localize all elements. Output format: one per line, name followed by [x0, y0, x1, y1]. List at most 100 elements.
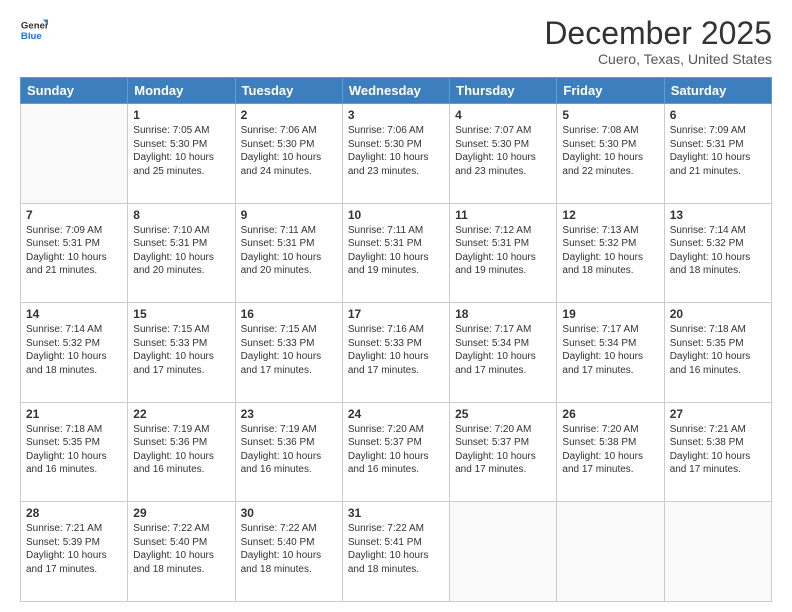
day-number: 11	[455, 208, 551, 222]
day-info: Sunrise: 7:15 AM Sunset: 5:33 PM Dayligh…	[133, 323, 229, 377]
day-number: 4	[455, 108, 551, 122]
day-info: Sunrise: 7:08 AM Sunset: 5:30 PM Dayligh…	[562, 124, 658, 178]
table-cell	[450, 502, 557, 602]
table-cell	[21, 104, 128, 204]
day-info: Sunrise: 7:19 AM Sunset: 5:36 PM Dayligh…	[133, 423, 229, 477]
day-number: 9	[241, 208, 337, 222]
table-cell: 5 Sunrise: 7:08 AM Sunset: 5:30 PM Daylig…	[557, 104, 664, 204]
day-number: 22	[133, 407, 229, 421]
table-cell: 30Sunrise: 7:22 AM Sunset: 5:40 PM Dayli…	[235, 502, 342, 602]
table-cell: 21 Sunrise: 7:18 AM Sunset: 5:35 PM Dayli…	[21, 402, 128, 502]
table-cell: 2 Sunrise: 7:06 AM Sunset: 5:30 PM Daylig…	[235, 104, 342, 204]
logo-icon: General Blue	[20, 16, 48, 44]
table-cell: 10Sunrise: 7:11 AM Sunset: 5:31 PM Dayli…	[342, 203, 449, 303]
day-number: 2	[241, 108, 337, 122]
day-info: Sunrise: 7:22 AM Sunset: 5:40 PM Dayligh…	[241, 522, 337, 576]
table-cell: 11 Sunrise: 7:12 AM Sunset: 5:31 PM Dayli…	[450, 203, 557, 303]
col-tuesday: Tuesday	[235, 78, 342, 104]
table-cell: 25 Sunrise: 7:20 AM Sunset: 5:37 PM Dayli…	[450, 402, 557, 502]
day-number: 3	[348, 108, 444, 122]
table-cell: 31 Sunrise: 7:22 AM Sunset: 5:41 PM Dayli…	[342, 502, 449, 602]
day-number: 13	[670, 208, 766, 222]
month-year-title: December 2025	[544, 16, 772, 51]
day-number: 12	[562, 208, 658, 222]
day-number: 15	[133, 307, 229, 321]
table-cell: 15 Sunrise: 7:15 AM Sunset: 5:33 PM Dayli…	[128, 303, 235, 403]
week-row-3: 14Sunrise: 7:14 AM Sunset: 5:32 PM Dayli…	[21, 303, 772, 403]
table-cell: 20Sunrise: 7:18 AM Sunset: 5:35 PM Dayli…	[664, 303, 771, 403]
calendar-header-row: Sunday Monday Tuesday Wednesday Thursday…	[21, 78, 772, 104]
day-number: 6	[670, 108, 766, 122]
day-info: Sunrise: 7:20 AM Sunset: 5:37 PM Dayligh…	[455, 423, 551, 477]
day-info: Sunrise: 7:14 AM Sunset: 5:32 PM Dayligh…	[26, 323, 122, 377]
day-info: Sunrise: 7:06 AM Sunset: 5:30 PM Dayligh…	[241, 124, 337, 178]
day-info: Sunrise: 7:06 AM Sunset: 5:30 PM Dayligh…	[348, 124, 444, 178]
day-number: 25	[455, 407, 551, 421]
col-wednesday: Wednesday	[342, 78, 449, 104]
week-row-2: 7 Sunrise: 7:09 AM Sunset: 5:31 PM Daylig…	[21, 203, 772, 303]
title-block: December 2025 Cuero, Texas, United State…	[544, 16, 772, 67]
table-cell: 6 Sunrise: 7:09 AM Sunset: 5:31 PM Daylig…	[664, 104, 771, 204]
day-info: Sunrise: 7:09 AM Sunset: 5:31 PM Dayligh…	[26, 224, 122, 278]
table-cell: 1 Sunrise: 7:05 AM Sunset: 5:30 PM Daylig…	[128, 104, 235, 204]
day-number: 24	[348, 407, 444, 421]
day-number: 16	[241, 307, 337, 321]
day-info: Sunrise: 7:18 AM Sunset: 5:35 PM Dayligh…	[26, 423, 122, 477]
page: General Blue December 2025 Cuero, Texas,…	[0, 0, 792, 612]
header: General Blue December 2025 Cuero, Texas,…	[20, 16, 772, 67]
table-cell: 3 Sunrise: 7:06 AM Sunset: 5:30 PM Daylig…	[342, 104, 449, 204]
day-info: Sunrise: 7:15 AM Sunset: 5:33 PM Dayligh…	[241, 323, 337, 377]
day-info: Sunrise: 7:20 AM Sunset: 5:37 PM Dayligh…	[348, 423, 444, 477]
table-cell: 28 Sunrise: 7:21 AM Sunset: 5:39 PM Dayli…	[21, 502, 128, 602]
table-cell: 8Sunrise: 7:10 AM Sunset: 5:31 PM Daylig…	[128, 203, 235, 303]
day-info: Sunrise: 7:17 AM Sunset: 5:34 PM Dayligh…	[562, 323, 658, 377]
day-number: 7	[26, 208, 122, 222]
week-row-4: 21 Sunrise: 7:18 AM Sunset: 5:35 PM Dayli…	[21, 402, 772, 502]
col-monday: Monday	[128, 78, 235, 104]
week-row-5: 28 Sunrise: 7:21 AM Sunset: 5:39 PM Dayli…	[21, 502, 772, 602]
logo: General Blue	[20, 16, 48, 44]
day-number: 23	[241, 407, 337, 421]
day-info: Sunrise: 7:17 AM Sunset: 5:34 PM Dayligh…	[455, 323, 551, 377]
col-saturday: Saturday	[664, 78, 771, 104]
svg-text:General: General	[21, 20, 48, 31]
day-number: 21	[26, 407, 122, 421]
day-info: Sunrise: 7:18 AM Sunset: 5:35 PM Dayligh…	[670, 323, 766, 377]
table-cell: 27Sunrise: 7:21 AM Sunset: 5:38 PM Dayli…	[664, 402, 771, 502]
table-cell: 22 Sunrise: 7:19 AM Sunset: 5:36 PM Dayli…	[128, 402, 235, 502]
day-number: 29	[133, 506, 229, 520]
table-cell: 19 Sunrise: 7:17 AM Sunset: 5:34 PM Dayli…	[557, 303, 664, 403]
day-number: 18	[455, 307, 551, 321]
day-info: Sunrise: 7:10 AM Sunset: 5:31 PM Dayligh…	[133, 224, 229, 278]
table-cell: 16 Sunrise: 7:15 AM Sunset: 5:33 PM Dayli…	[235, 303, 342, 403]
table-cell: 18 Sunrise: 7:17 AM Sunset: 5:34 PM Dayli…	[450, 303, 557, 403]
table-cell	[664, 502, 771, 602]
table-cell: 29 Sunrise: 7:22 AM Sunset: 5:40 PM Dayli…	[128, 502, 235, 602]
day-info: Sunrise: 7:20 AM Sunset: 5:38 PM Dayligh…	[562, 423, 658, 477]
day-info: Sunrise: 7:16 AM Sunset: 5:33 PM Dayligh…	[348, 323, 444, 377]
day-number: 26	[562, 407, 658, 421]
day-info: Sunrise: 7:09 AM Sunset: 5:31 PM Dayligh…	[670, 124, 766, 178]
day-info: Sunrise: 7:05 AM Sunset: 5:30 PM Dayligh…	[133, 124, 229, 178]
day-info: Sunrise: 7:14 AM Sunset: 5:32 PM Dayligh…	[670, 224, 766, 278]
day-number: 19	[562, 307, 658, 321]
day-number: 27	[670, 407, 766, 421]
week-row-1: 1 Sunrise: 7:05 AM Sunset: 5:30 PM Daylig…	[21, 104, 772, 204]
day-info: Sunrise: 7:22 AM Sunset: 5:41 PM Dayligh…	[348, 522, 444, 576]
day-info: Sunrise: 7:12 AM Sunset: 5:31 PM Dayligh…	[455, 224, 551, 278]
day-info: Sunrise: 7:11 AM Sunset: 5:31 PM Dayligh…	[348, 224, 444, 278]
day-number: 5	[562, 108, 658, 122]
table-cell: 17Sunrise: 7:16 AM Sunset: 5:33 PM Dayli…	[342, 303, 449, 403]
col-thursday: Thursday	[450, 78, 557, 104]
day-info: Sunrise: 7:22 AM Sunset: 5:40 PM Dayligh…	[133, 522, 229, 576]
day-number: 1	[133, 108, 229, 122]
day-number: 31	[348, 506, 444, 520]
table-cell: 7 Sunrise: 7:09 AM Sunset: 5:31 PM Daylig…	[21, 203, 128, 303]
svg-text:Blue: Blue	[21, 31, 42, 42]
table-cell: 23Sunrise: 7:19 AM Sunset: 5:36 PM Dayli…	[235, 402, 342, 502]
day-info: Sunrise: 7:13 AM Sunset: 5:32 PM Dayligh…	[562, 224, 658, 278]
table-cell: 24 Sunrise: 7:20 AM Sunset: 5:37 PM Dayli…	[342, 402, 449, 502]
day-info: Sunrise: 7:21 AM Sunset: 5:39 PM Dayligh…	[26, 522, 122, 576]
day-number: 28	[26, 506, 122, 520]
table-cell: 12 Sunrise: 7:13 AM Sunset: 5:32 PM Dayli…	[557, 203, 664, 303]
